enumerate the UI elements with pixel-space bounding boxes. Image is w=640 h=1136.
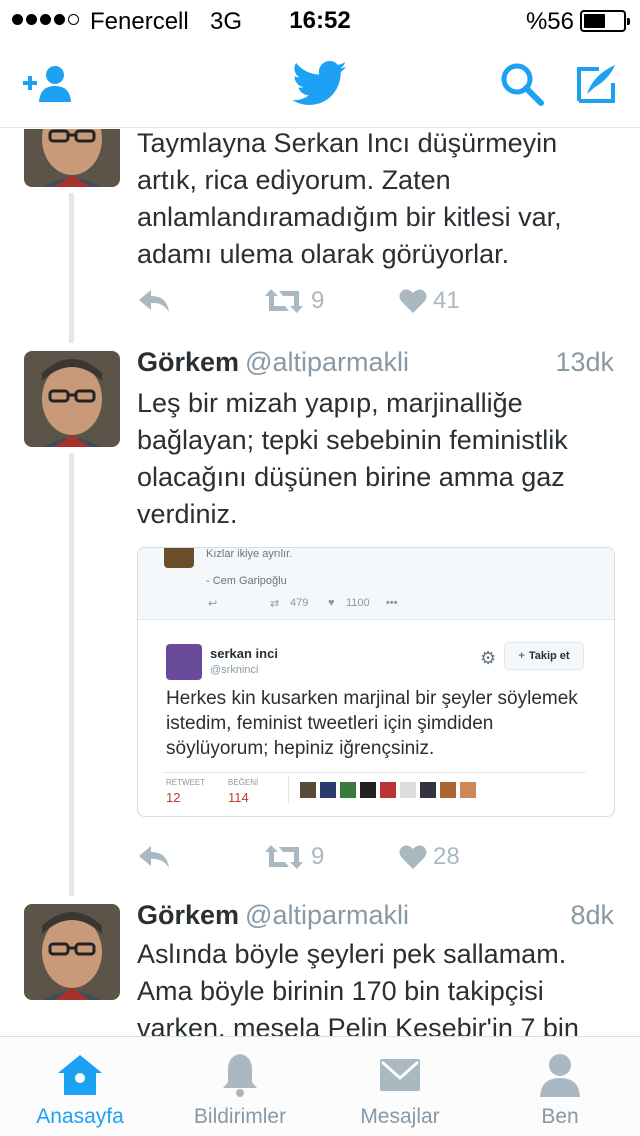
retweet-count: 9 <box>311 843 325 870</box>
like-button[interactable]: 28 <box>399 837 460 877</box>
timeline[interactable]: Taymlayna Serkan Incı düşürmeyin artık, … <box>0 129 640 1036</box>
tab-messages-label: Mesajlar <box>360 1105 440 1128</box>
add-user-icon: + <box>518 650 525 662</box>
author-handle[interactable]: @altiparmakli <box>245 347 409 377</box>
retweet-stat-count: 12 <box>166 790 181 805</box>
liker-avatars <box>300 782 476 798</box>
retweet-button[interactable]: 9 <box>263 837 324 877</box>
tweet-header: Görkem @altiparmakli 13dk <box>137 347 614 383</box>
tweet-text: Aslında böyle şeyleri pek sallamam. Ama … <box>137 939 579 1036</box>
embedded-avatar <box>166 644 202 680</box>
like-stat-label: BEĞENİ <box>228 778 259 787</box>
reply-icon: ↩ <box>208 598 218 610</box>
person-icon <box>530 1051 590 1099</box>
embedded-main-tweet: serkan inci @srkninci ⚙ + Takip et Herkes… <box>138 620 614 816</box>
embedded-author: - Cem Garipoğlu <box>206 575 287 587</box>
retweet-icon <box>265 845 303 869</box>
add-user-icon <box>23 66 71 102</box>
home-logo[interactable] <box>290 58 350 110</box>
like-button[interactable]: 41 <box>399 281 460 321</box>
bottom-tab-bar: Anasayfa Bildirimler Mesajlar Ben <box>0 1036 640 1136</box>
follow-label: Takip et <box>528 650 570 662</box>
reply-button[interactable] <box>137 837 171 877</box>
divider <box>162 772 586 773</box>
embedded-actions: ↩ ⇄ 479 ♥ 1100 ••• <box>208 597 528 610</box>
battery-icon <box>580 10 630 32</box>
like-count: 41 <box>433 287 460 314</box>
twitter-bird-icon <box>292 61 347 105</box>
divider <box>288 776 289 804</box>
retweet-stat-label: RETWEET <box>166 778 206 787</box>
author-name[interactable]: Görkem <box>137 900 239 930</box>
embedded-text: Kızlar ikiye ayrılır. <box>206 548 293 560</box>
gear-icon: ⚙ <box>480 648 497 668</box>
avatar[interactable] <box>24 351 120 447</box>
battery-percent: %56 <box>525 8 574 35</box>
embedded-like-count: 1100 <box>346 597 370 609</box>
tweet-timestamp: 8dk <box>570 900 614 930</box>
author-handle[interactable]: @altiparmakli <box>245 900 409 930</box>
tab-profile-label: Ben <box>541 1105 579 1128</box>
retweet-count: 9 <box>311 287 325 314</box>
tweet-actions: 9 41 <box>137 281 517 321</box>
compose-icon <box>577 65 615 103</box>
search-button[interactable] <box>494 58 550 110</box>
envelope-icon <box>370 1051 430 1099</box>
bell-icon <box>210 1051 270 1099</box>
tab-profile[interactable]: Ben <box>480 1037 640 1136</box>
retweet-icon <box>265 289 303 313</box>
tab-home[interactable]: Anasayfa <box>0 1037 160 1136</box>
tab-notifications[interactable]: Bildirimler <box>160 1037 320 1136</box>
tweet-text: Leş bir mizah yapıp, marjinalliğe bağlay… <box>137 388 568 529</box>
heart-icon: ♥ <box>328 597 335 609</box>
attached-image[interactable]: Kızlar ikiye ayrılır. - Cem Garipoğlu ↩ … <box>137 547 615 817</box>
tab-notifications-label: Bildirimler <box>193 1105 287 1128</box>
embedded-retweet-count: 479 <box>290 597 309 609</box>
tweet-text: Taymlayna Serkan Incı düşürmeyin artık, … <box>137 129 562 269</box>
retweet-button[interactable]: 9 <box>263 281 324 321</box>
embedded-quoted-tweet: Kızlar ikiye ayrılır. - Cem Garipoğlu ↩ … <box>138 548 614 620</box>
embedded-author-handle: @srkninci <box>210 664 259 676</box>
heart-icon <box>399 289 427 313</box>
embedded-tweet-text: Herkes kin kusarken marjinal bir şeyler … <box>166 688 578 759</box>
status-bar: Fenercell 3G 16:52 %56 <box>0 0 640 40</box>
tweet-header: Görkem @altiparmakli 8dk <box>137 900 614 936</box>
reply-icon <box>139 846 169 868</box>
avatar[interactable] <box>24 129 120 187</box>
tab-messages[interactable]: Mesajlar <box>320 1037 480 1136</box>
avatar[interactable] <box>24 904 120 1000</box>
like-stat-count: 114 <box>228 790 249 805</box>
add-user-button[interactable] <box>20 58 76 110</box>
home-icon <box>50 1051 110 1099</box>
tweet-timestamp: 13dk <box>555 347 614 377</box>
thread-connector <box>69 193 74 343</box>
like-count: 28 <box>433 843 460 870</box>
embedded-avatar <box>164 548 194 568</box>
compose-tweet-button[interactable] <box>568 58 624 110</box>
search-icon <box>501 63 544 106</box>
author-name[interactable]: Görkem <box>137 347 239 377</box>
more-icon: ••• <box>386 597 398 609</box>
top-navigation-bar <box>0 40 640 128</box>
reply-icon <box>139 290 169 312</box>
reply-button[interactable] <box>137 281 171 321</box>
tweet-actions: 9 28 <box>137 837 517 877</box>
retweet-icon: ⇄ <box>270 598 280 610</box>
heart-icon <box>399 845 427 869</box>
embedded-follow-button: + Takip et <box>504 642 584 670</box>
embedded-author-name: serkan inci <box>210 646 278 661</box>
tab-home-label: Anasayfa <box>36 1105 124 1128</box>
thread-connector <box>69 453 74 896</box>
